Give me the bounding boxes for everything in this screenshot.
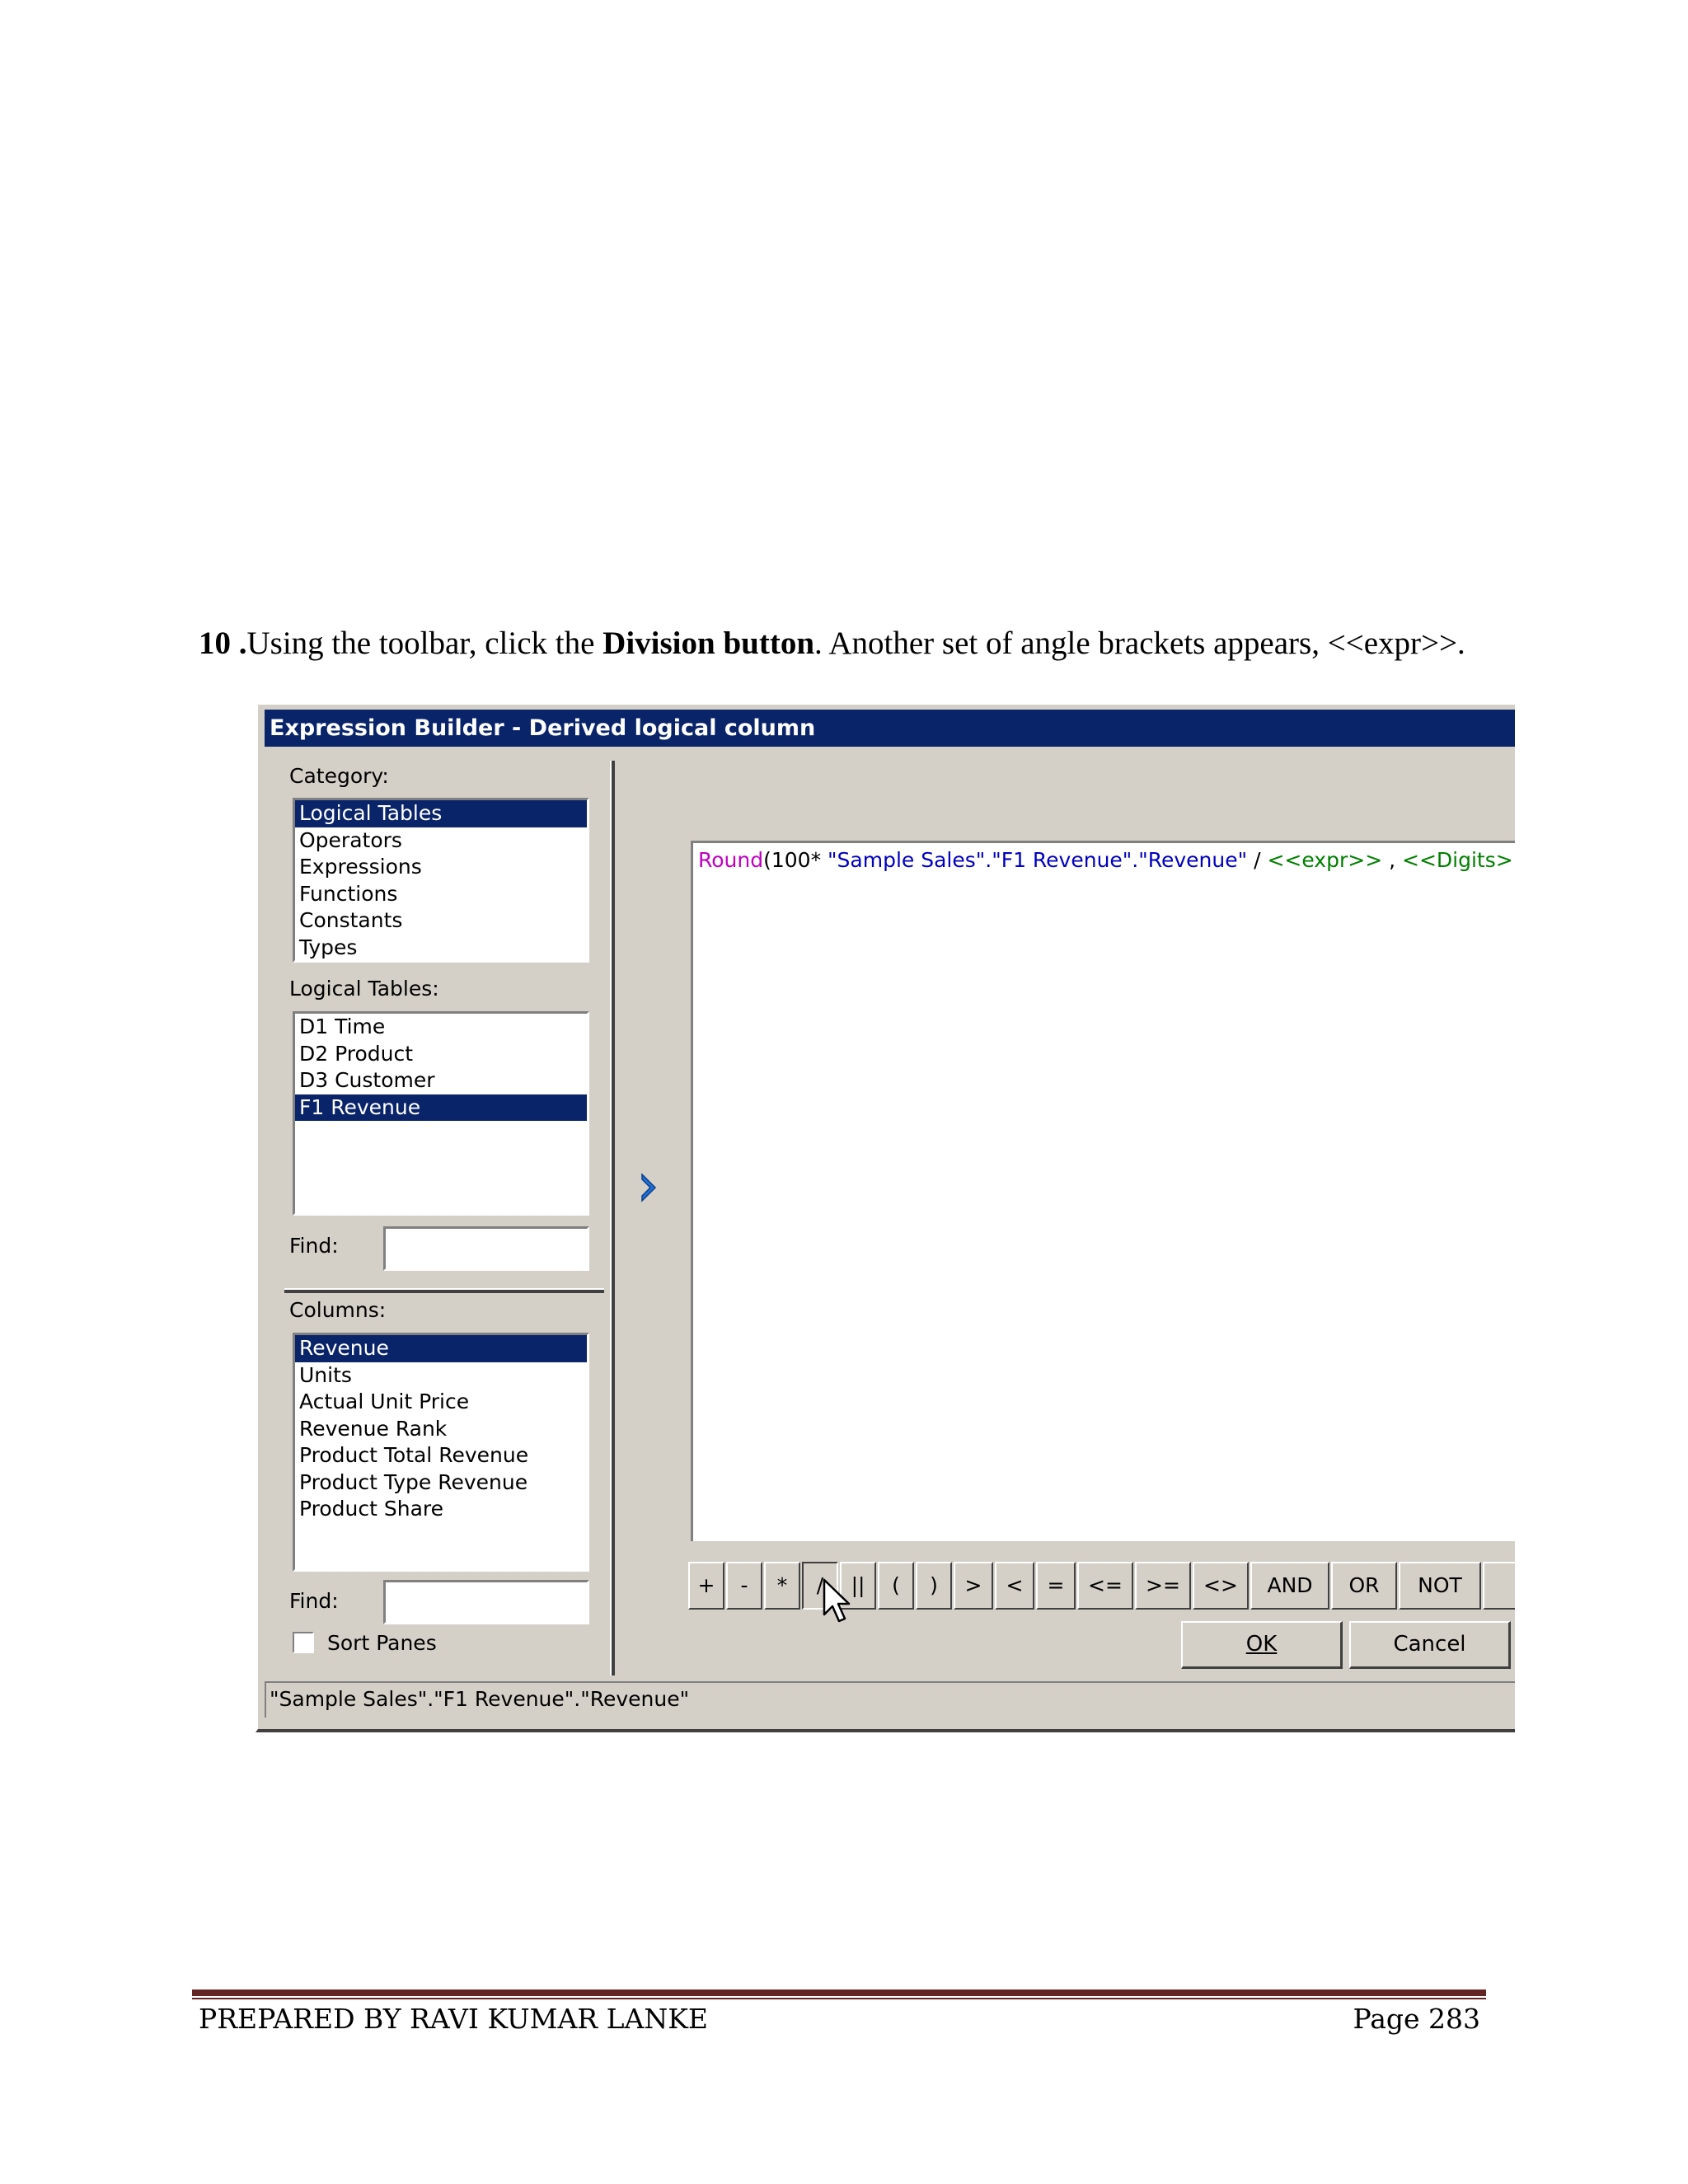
- columns-label: Columns:: [289, 1298, 387, 1322]
- not-equal-button[interactable]: <>: [1193, 1562, 1249, 1610]
- category-listbox[interactable]: Logical Tables Operators Expressions Fun…: [293, 798, 589, 963]
- step-bold-text: Division button: [603, 626, 815, 661]
- horizontal-splitter[interactable]: [284, 1288, 604, 1293]
- status-bar: "Sample Sales"."F1 Revenue"."Revenue": [265, 1681, 1515, 1718]
- document-page: 10 .Using the toolbar, click the Divisio…: [0, 0, 1688, 2184]
- multiply-button[interactable]: *: [764, 1562, 800, 1610]
- footer-rule: [192, 1990, 1486, 1996]
- category-item-operators[interactable]: Operators: [295, 827, 587, 855]
- columns-find-label: Find:: [289, 1589, 339, 1613]
- expression-text: Round(100* "Sample Sales"."F1 Revenue"."…: [698, 848, 1515, 872]
- less-equal-button[interactable]: <=: [1077, 1562, 1133, 1610]
- ok-button-label: OK: [1245, 1632, 1278, 1657]
- category-label: Category:: [289, 764, 389, 788]
- expression-function: Round: [698, 848, 764, 872]
- not-button[interactable]: NOT: [1399, 1562, 1481, 1610]
- greater-equal-button[interactable]: >=: [1135, 1562, 1191, 1610]
- footer-rule-thin: [192, 1998, 1486, 1999]
- ok-button[interactable]: OK: [1181, 1621, 1343, 1669]
- expression-placeholder: <<Digits>>: [1402, 848, 1515, 872]
- greater-than-button[interactable]: >: [954, 1562, 993, 1610]
- sort-panes-label: Sort Panes: [327, 1631, 437, 1655]
- logical-table-item[interactable]: D2 Product: [295, 1041, 587, 1068]
- expression-part: (100*: [763, 848, 828, 872]
- column-item-selected[interactable]: Revenue: [295, 1335, 587, 1362]
- and-button[interactable]: AND: [1250, 1562, 1329, 1610]
- category-item-expressions[interactable]: Expressions: [295, 854, 587, 881]
- less-than-button[interactable]: <: [995, 1562, 1034, 1610]
- expression-part: ,: [1382, 848, 1402, 872]
- logical-table-item[interactable]: D1 Time: [295, 1014, 587, 1041]
- column-item[interactable]: Revenue Rank: [295, 1416, 587, 1443]
- step-number: 10 .: [199, 626, 247, 661]
- insert-arrow-icon[interactable]: [637, 1171, 662, 1204]
- sort-panes-checkbox[interactable]: [293, 1632, 314, 1653]
- expression-column-ref: "Sample Sales"."F1 Revenue"."Revenue": [828, 848, 1248, 872]
- column-item[interactable]: Product Type Revenue: [295, 1469, 587, 1497]
- step-text-before: Using the toolbar, click the: [246, 626, 603, 661]
- category-item-constants[interactable]: Constants: [295, 907, 587, 935]
- column-item[interactable]: Product Share: [295, 1496, 587, 1523]
- logical-table-item[interactable]: D3 Customer: [295, 1067, 587, 1094]
- expression-part: /: [1247, 848, 1268, 872]
- close-paren-button[interactable]: ): [916, 1562, 952, 1610]
- footer-author: PREPARED BY RAVI KUMAR LANKE: [199, 2003, 708, 2035]
- more-operators-button[interactable]: [1483, 1562, 1515, 1610]
- equals-button[interactable]: =: [1036, 1562, 1076, 1610]
- cancel-button[interactable]: Cancel: [1349, 1621, 1511, 1669]
- column-item[interactable]: Units: [295, 1362, 587, 1390]
- tables-find-input[interactable]: [383, 1226, 589, 1271]
- category-item-logical-tables[interactable]: Logical Tables: [295, 800, 587, 827]
- tables-find-label: Find:: [289, 1234, 339, 1258]
- cancel-button-label: Cancel: [1393, 1632, 1466, 1657]
- columns-listbox[interactable]: Revenue Units Actual Unit Price Revenue …: [293, 1333, 589, 1572]
- step-instruction: 10 .Using the toolbar, click the Divisio…: [199, 625, 1517, 662]
- or-button[interactable]: OR: [1331, 1562, 1397, 1610]
- logical-tables-listbox[interactable]: D1 Time D2 Product D3 Customer F1 Revenu…: [293, 1011, 589, 1216]
- expression-placeholder: <<expr>>: [1267, 848, 1383, 872]
- open-paren-button[interactable]: (: [878, 1562, 914, 1610]
- dialog-title-bar: Expression Builder - Derived logical col…: [265, 710, 1515, 747]
- mouse-pointer-icon: [823, 1578, 851, 1623]
- category-item-types[interactable]: Types: [295, 935, 587, 961]
- column-item[interactable]: Product Total Revenue: [295, 1442, 587, 1469]
- plus-button[interactable]: +: [688, 1562, 724, 1610]
- operator-toolbar: + - * / || ( ) > < = <= >= <> AND OR NOT: [688, 1562, 1515, 1615]
- logical-tables-label: Logical Tables:: [289, 977, 439, 1001]
- vertical-splitter[interactable]: [610, 761, 615, 1675]
- category-item-functions[interactable]: Functions: [295, 881, 587, 908]
- step-text-after: . Another set of angle brackets appears,…: [814, 626, 1465, 661]
- column-item[interactable]: Actual Unit Price: [295, 1389, 587, 1416]
- footer-page-number: Page 283: [1353, 2003, 1480, 2035]
- expression-builder-dialog: Expression Builder - Derived logical col…: [256, 702, 1515, 1732]
- logical-table-item-selected[interactable]: F1 Revenue: [295, 1094, 587, 1121]
- minus-button[interactable]: -: [726, 1562, 762, 1610]
- expression-editor[interactable]: Round(100* "Sample Sales"."F1 Revenue"."…: [691, 841, 1515, 1541]
- columns-find-input[interactable]: [383, 1580, 589, 1624]
